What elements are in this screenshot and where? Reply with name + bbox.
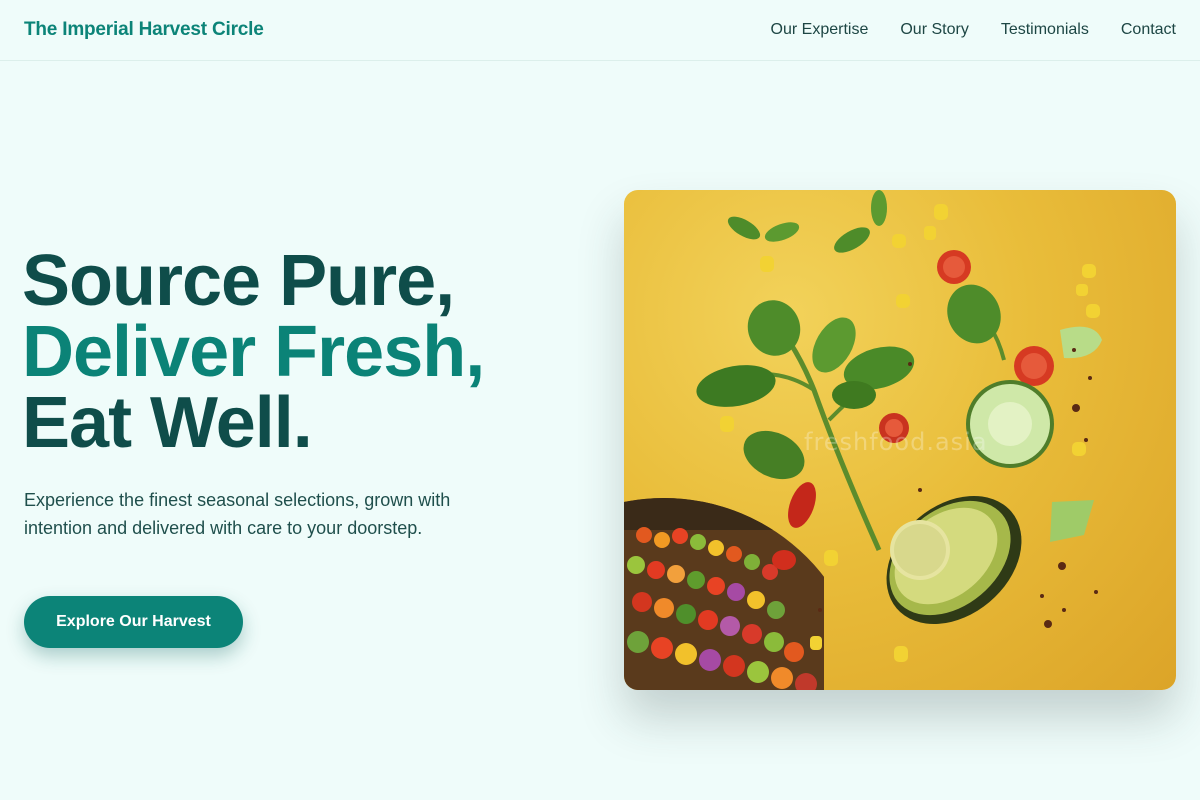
avocado-half [886, 495, 1022, 625]
brand-logo-link[interactable]: The Imperial Harvest Circle [24, 19, 264, 41]
nav-link-our-expertise[interactable]: Our Expertise [771, 21, 869, 39]
nav-link-our-story[interactable]: Our Story [900, 21, 968, 39]
nav-link-testimonials[interactable]: Testimonials [1001, 21, 1089, 39]
explore-harvest-button[interactable]: Explore Our Harvest [24, 596, 243, 648]
hero-title: Source Pure, Deliver Fresh, Eat Well. [22, 241, 485, 463]
main-nav: Our Expertise Our Story Testimonials Con… [771, 21, 1176, 39]
hero-title-line-1: Source Pure, [22, 241, 455, 321]
image-watermark: freshfood.asia [804, 428, 988, 456]
hero-title-line-3: Eat Well. [22, 383, 313, 463]
nav-link-contact[interactable]: Contact [1121, 21, 1176, 39]
hero-subtitle: Experience the finest seasonal selection… [24, 490, 451, 538]
site-header: The Imperial Harvest Circle Our Expertis… [0, 0, 1200, 61]
hero-title-line-2: Deliver Fresh, [22, 312, 485, 392]
hero-food-image: freshfood.asia [624, 190, 1176, 690]
basil-sprig [696, 190, 1006, 552]
